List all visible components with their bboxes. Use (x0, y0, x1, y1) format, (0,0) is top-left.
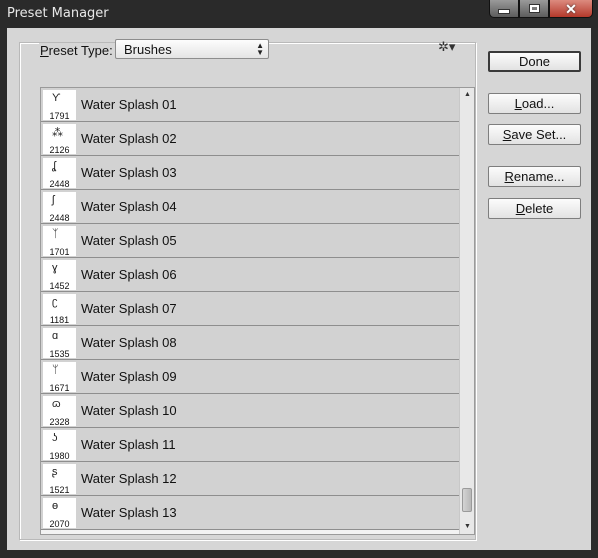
brush-preview-icon: ʖ (52, 432, 58, 444)
preset-list[interactable]: ϒ 1791 Water Splash 01 ⁂ 2126 Water Splash 02… (40, 87, 475, 535)
preset-name: Water Splash 05 (81, 233, 177, 248)
preset-name: Water Splash 10 (81, 403, 177, 418)
brush-size: 1701 (49, 247, 70, 257)
brush-size: 1671 (49, 383, 70, 393)
brush-preview-icon: ɣ (52, 262, 58, 274)
preset-list-item[interactable]: ᛘ 1671 Water Splash 09 (41, 360, 459, 394)
save-set-button-label: ave Set... (511, 127, 567, 142)
brush-size: 2448 (49, 179, 70, 189)
preset-name: Water Splash 11 (81, 437, 176, 452)
brush-thumbnail: ϒ 1791 (43, 90, 76, 121)
preset-list-item[interactable]: ɣ 1452 Water Splash 06 (41, 258, 459, 292)
close-button[interactable]: ✕ (549, 0, 593, 18)
preset-name: Water Splash 12 (81, 471, 177, 486)
preset-manager-window: Preset Manager ✕ ϒ 1791 Water Splash 01 ⁂ 21… (0, 0, 598, 558)
window-title: Preset Manager (7, 6, 109, 21)
brush-size: 1521 (49, 485, 70, 495)
preset-list-item[interactable]: ɷ 2328 Water Splash 10 (41, 394, 459, 428)
preset-list-item[interactable]: ϒ 1791 Water Splash 01 (41, 88, 459, 122)
brush-preview-icon: ʆ (52, 160, 56, 172)
preset-type-label-rest: reset Type: (48, 43, 113, 58)
rename-button[interactable]: Rename... (488, 166, 581, 187)
preset-name: Water Splash 06 (81, 267, 177, 282)
save-set-button[interactable]: Save Set... (488, 124, 581, 145)
brush-size: 2070 (49, 519, 70, 529)
preset-name: Water Splash 04 (81, 199, 177, 214)
preset-name: Water Splash 03 (81, 165, 177, 180)
brush-thumbnail: ʗ 1181 (43, 294, 76, 325)
preset-name: Water Splash 08 (81, 335, 177, 350)
preset-name: Water Splash 01 (81, 97, 177, 112)
done-button[interactable]: Done (488, 51, 581, 72)
preset-list-item[interactable]: ʃ 2448 Water Splash 04 (41, 190, 459, 224)
scroll-up-arrow-icon[interactable]: ▲ (460, 88, 474, 102)
brush-thumbnail: ɵ 2070 (43, 498, 76, 529)
minimize-button[interactable] (489, 0, 519, 18)
brush-thumbnail: ɑ 1535 (43, 328, 76, 359)
preset-type-select[interactable]: Brushes ▲ ▼ (115, 39, 269, 59)
brush-preview-icon: ʂ (52, 466, 58, 478)
preset-list-item[interactable]: ʖ 1980 Water Splash 11 (41, 428, 459, 462)
updown-arrows-icon: ▲ ▼ (256, 41, 264, 57)
brush-preview-icon: ϒ (52, 92, 61, 104)
brush-thumbnail: ᛘ 1671 (43, 362, 76, 393)
brush-size: 2126 (49, 145, 70, 155)
load-button-label: oad... (521, 96, 555, 111)
dialog-body: ϒ 1791 Water Splash 01 ⁂ 2126 Water Splash 02… (7, 28, 591, 550)
delete-button-label: elete (525, 201, 554, 216)
preset-type-value: Brushes (124, 42, 172, 57)
delete-button[interactable]: Delete (488, 198, 581, 219)
preset-list-item[interactable]: ʗ 1181 Water Splash 07 (41, 292, 459, 326)
brush-thumbnail: ʖ 1980 (43, 430, 76, 461)
brush-size: 1452 (49, 281, 70, 291)
preset-name: Water Splash 02 (81, 131, 177, 146)
load-button[interactable]: Load... (488, 93, 581, 114)
minimize-icon (499, 10, 509, 13)
brush-size: 1791 (49, 111, 70, 121)
brush-thumbnail: ʃ 2448 (43, 192, 76, 223)
brush-thumbnail: ɣ 1452 (43, 260, 76, 291)
brush-preview-icon: ʃ (52, 194, 55, 206)
close-icon: ✕ (565, 0, 577, 17)
preset-list-item[interactable]: ɑ 1535 Water Splash 08 (41, 326, 459, 360)
brush-size: 1980 (49, 451, 70, 461)
maximize-icon (529, 5, 539, 12)
scroll-thumb[interactable] (462, 488, 472, 512)
brush-thumbnail: ʆ 2448 (43, 158, 76, 189)
brush-preview-icon: ᛘ (52, 364, 59, 376)
brush-size: 2328 (49, 417, 70, 427)
brush-preview-icon: ʗ (52, 296, 58, 308)
preset-name: Water Splash 07 (81, 301, 177, 316)
preset-type-label: Preset Type: (39, 43, 116, 58)
preset-list-item[interactable]: ʆ 2448 Water Splash 03 (41, 156, 459, 190)
preset-list-item[interactable]: ⁂ 2126 Water Splash 02 (41, 122, 459, 156)
brush-size: 2448 (49, 213, 70, 223)
maximize-button[interactable] (519, 0, 549, 18)
brush-preview-icon: ⁂ (52, 127, 63, 139)
rename-button-label: ename... (513, 169, 565, 184)
presets-group: ϒ 1791 Water Splash 01 ⁂ 2126 Water Splash 02… (19, 42, 476, 540)
scroll-down-arrow-icon[interactable]: ▼ (460, 520, 474, 534)
vertical-scrollbar[interactable]: ▲ ▼ (459, 88, 474, 534)
brush-preview-icon: ɑ (52, 330, 59, 342)
preset-list-item[interactable]: ɵ 2070 Water Splash 13 (41, 496, 459, 530)
brush-thumbnail: ᛉ 1701 (43, 226, 76, 257)
gear-menu-icon[interactable]: ✲▾ (438, 39, 455, 55)
preset-name: Water Splash 13 (81, 505, 177, 520)
preset-list-item[interactable]: ʂ 1521 Water Splash 12 (41, 462, 459, 496)
title-bar[interactable]: Preset Manager ✕ (0, 0, 598, 28)
preset-list-item[interactable]: ᛉ 1701 Water Splash 05 (41, 224, 459, 258)
brush-preview-icon: ᛉ (52, 228, 59, 240)
brush-thumbnail: ɷ 2328 (43, 396, 76, 427)
brush-size: 1181 (49, 315, 70, 325)
brush-size: 1535 (49, 349, 70, 359)
brush-preview-icon: ɵ (52, 500, 59, 512)
preset-name: Water Splash 09 (81, 369, 177, 384)
brush-thumbnail: ʂ 1521 (43, 464, 76, 495)
brush-preview-icon: ɷ (52, 398, 61, 410)
brush-thumbnail: ⁂ 2126 (43, 124, 76, 155)
